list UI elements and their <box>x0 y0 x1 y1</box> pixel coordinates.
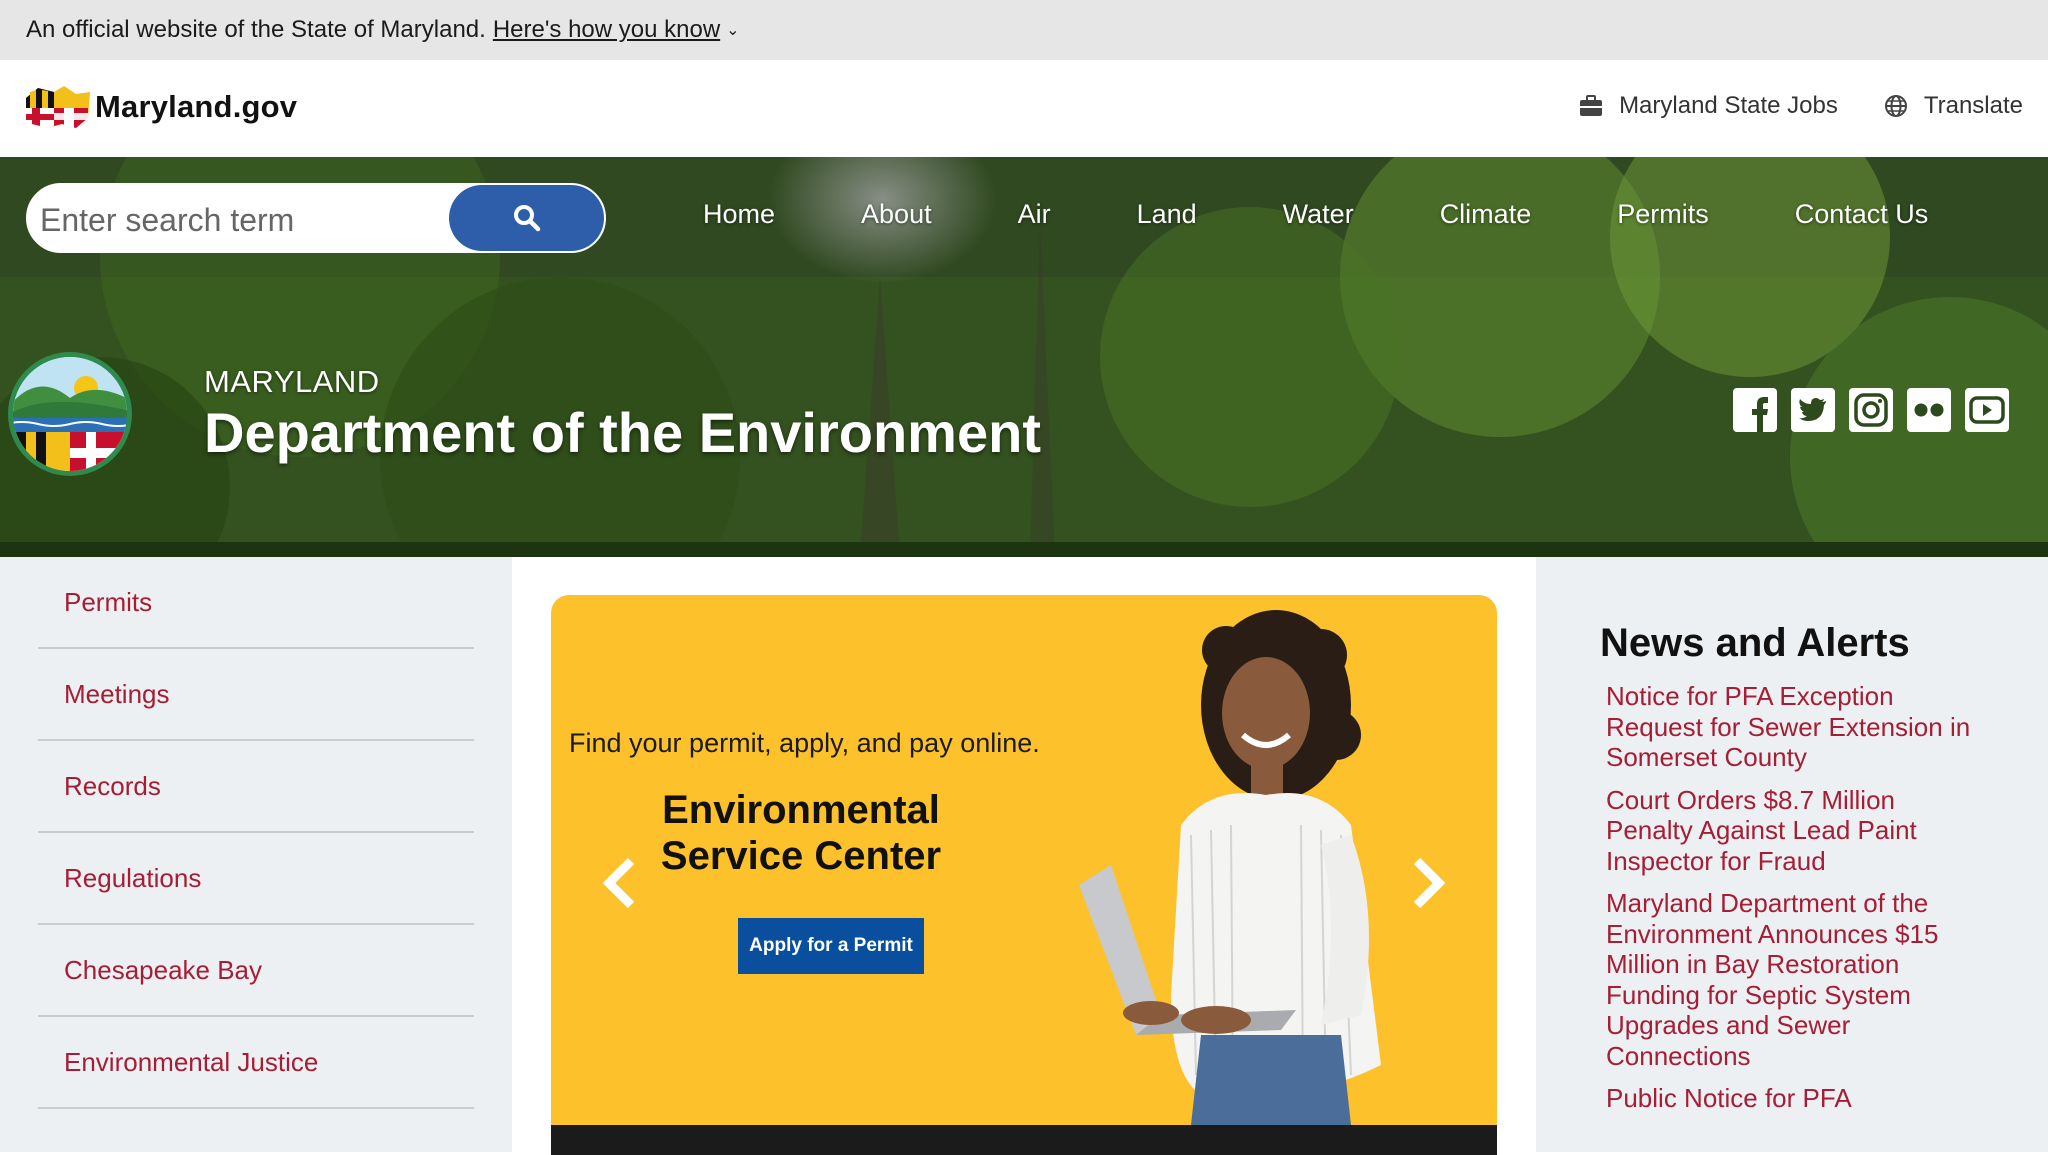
search-button[interactable] <box>449 185 604 251</box>
main-content: Find your permit, apply, and pay online.… <box>512 557 1536 1155</box>
carousel-title-line-2: Service Center <box>660 834 942 878</box>
agency-state-label: MARYLAND <box>204 364 380 399</box>
main-navigation: Home About Air Land Water Climate Permit… <box>703 199 1928 230</box>
apply-for-permit-button[interactable]: Apply for a Permit <box>738 918 924 974</box>
utility-links: Maryland State Jobs Translate <box>1579 92 2023 120</box>
state-jobs-label: Maryland State Jobs <box>1619 92 1838 119</box>
sidebar-item-chesapeake-bay[interactable]: Chesapeake Bay <box>38 925 474 1017</box>
carousel-title-line-1: Environmental <box>662 788 940 832</box>
nav-home[interactable]: Home <box>703 199 775 230</box>
news-list: Notice for PFA Exception Request for Sew… <box>1606 681 1986 1126</box>
sidebar-menu: Permits Meetings Records Regulations Che… <box>38 557 474 1109</box>
translate-label: Translate <box>1923 92 2023 119</box>
nav-land[interactable]: Land <box>1137 199 1197 230</box>
carousel-footer-bar <box>551 1125 1497 1155</box>
carousel-caption: Find your permit, apply, and pay online. <box>569 728 1040 758</box>
carousel-prev-arrow-icon[interactable] <box>601 855 637 911</box>
carousel-title: Environmental Service Center <box>631 787 971 879</box>
social-links <box>1720 387 2010 433</box>
nav-contact-us[interactable]: Contact Us <box>1795 199 1929 230</box>
search-box <box>26 183 606 253</box>
hero-banner: Home About Air Land Water Climate Permit… <box>0 157 2048 557</box>
nav-permits[interactable]: Permits <box>1617 199 1709 230</box>
twitter-icon[interactable] <box>1790 387 1836 433</box>
sidebar-item-permits[interactable]: Permits <box>38 557 474 649</box>
how-you-know-link[interactable]: Here's how you know <box>493 16 720 44</box>
translate-link[interactable]: Translate <box>1884 92 2023 120</box>
chevron-down-icon[interactable]: ⌄ <box>726 20 739 40</box>
youtube-icon[interactable] <box>1964 387 2010 433</box>
logo-text: Maryland.gov <box>95 89 298 124</box>
instagram-icon[interactable] <box>1848 387 1894 433</box>
left-sidebar: Permits Meetings Records Regulations Che… <box>0 557 512 1152</box>
news-heading: News and Alerts <box>1600 621 1910 665</box>
nav-about[interactable]: About <box>861 199 932 230</box>
search-icon <box>513 205 540 232</box>
news-item[interactable]: Maryland Department of the Environment A… <box>1606 888 1986 1071</box>
agency-title: Department of the Environment <box>204 401 1041 464</box>
news-item[interactable]: Notice for PFA Exception Request for Sew… <box>1606 681 1986 773</box>
official-text: An official website of the State of Mary… <box>26 16 486 43</box>
briefcase-icon <box>1580 95 1603 116</box>
sidebar-item-environmental-justice[interactable]: Environmental Justice <box>38 1017 474 1109</box>
news-sidebar: News and Alerts Notice for PFA Exception… <box>1536 557 2048 1152</box>
sidebar-item-meetings[interactable]: Meetings <box>38 649 474 741</box>
nav-water[interactable]: Water <box>1283 199 1354 230</box>
mde-seal-logo[interactable] <box>6 350 134 478</box>
news-item[interactable]: Public Notice for PFA <box>1606 1083 1986 1114</box>
facebook-icon[interactable] <box>1732 387 1778 433</box>
maryland-gov-logo[interactable]: Maryland.gov <box>24 84 297 130</box>
sidebar-item-regulations[interactable]: Regulations <box>38 833 474 925</box>
site-header: Maryland.gov Maryland State Jobs Transla… <box>0 60 2048 157</box>
official-site-banner: An official website of the State of Mary… <box>0 0 2048 60</box>
carousel-next-arrow-icon[interactable] <box>1411 855 1447 911</box>
feature-carousel: Find your permit, apply, and pay online.… <box>551 595 1497 1155</box>
search-input[interactable] <box>38 195 472 245</box>
sidebar-item-records[interactable]: Records <box>38 741 474 833</box>
globe-icon <box>1884 95 1907 117</box>
nav-climate[interactable]: Climate <box>1440 199 1532 230</box>
news-item[interactable]: Court Orders $8.7 Million Penalty Agains… <box>1606 785 1986 877</box>
maryland-flag-icon <box>26 86 90 128</box>
flickr-icon[interactable] <box>1906 387 1952 433</box>
nav-air[interactable]: Air <box>1018 199 1051 230</box>
state-jobs-link[interactable]: Maryland State Jobs <box>1579 92 1838 120</box>
